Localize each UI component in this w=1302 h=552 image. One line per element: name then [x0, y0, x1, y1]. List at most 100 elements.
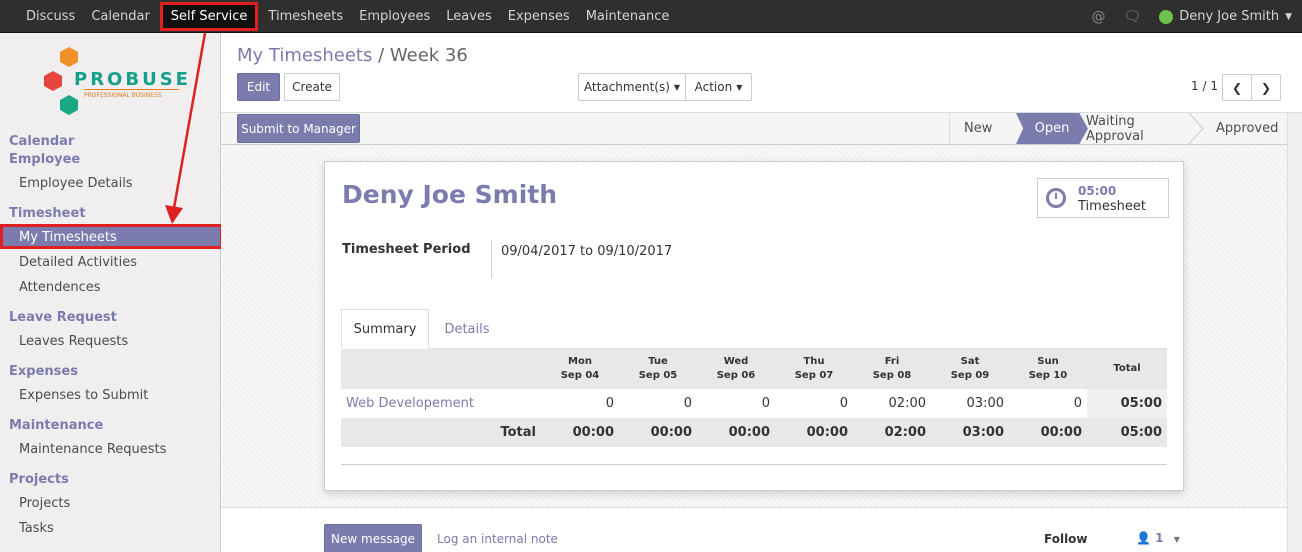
clock-icon [1046, 188, 1066, 208]
day-name: Mon [568, 356, 592, 367]
menu-maintenance[interactable]: Maintenance [586, 9, 670, 24]
day-name: Sun [1037, 356, 1059, 367]
user-name[interactable]: Deny Joe Smith [1179, 9, 1279, 24]
row-total: 05:00 [1087, 389, 1167, 418]
table-row: Web Developement 0 0 0 0 02:00 03:00 0 0… [341, 389, 1167, 418]
timesheet-smart-button[interactable]: 05:00 Timesheet [1037, 178, 1169, 218]
menu-self-service[interactable]: Self Service [159, 2, 259, 31]
menu-calendar[interactable]: Calendar [91, 9, 149, 24]
table-footer-row: Total 00:00 00:00 00:00 00:00 02:00 03:0… [341, 418, 1167, 447]
top-menu: Discuss Calendar Self Service Timesheets… [18, 0, 677, 33]
create-button[interactable]: Create [284, 73, 340, 101]
day-name: Wed [723, 356, 749, 367]
day-name: Thu [803, 356, 825, 367]
stage-new[interactable]: New [949, 113, 1025, 144]
sidebar-item-label: My Timesheets [19, 230, 117, 245]
sidebar-section-projects[interactable]: Projects [9, 472, 69, 487]
employee-name: Deny Joe Smith [342, 180, 558, 209]
day-date: Sep 05 [638, 370, 678, 381]
footer-cell: 00:00 [541, 418, 619, 447]
submit-to-manager-button[interactable]: Submit to Manager [237, 114, 360, 143]
cell-hours: 02:00 [888, 396, 926, 411]
sidebar-item-my-timesheets[interactable]: My Timesheets [0, 224, 223, 249]
day-date: Sep 08 [872, 370, 912, 381]
top-right-area: @ 🗨 Deny Joe Smith ▼ [1091, 0, 1292, 33]
sidebar-section-expenses[interactable]: Expenses [9, 364, 78, 379]
sidebar-item-employee-details[interactable]: Employee Details [19, 176, 133, 191]
header-day: Sun Sep 10 [1009, 349, 1087, 389]
company-logo: PROBUSE PROFESSIONAL BUSINESS [44, 47, 188, 119]
menu-timesheets[interactable]: Timesheets [268, 9, 343, 24]
pager-next-button[interactable]: ❯ [1251, 74, 1281, 101]
header-project [341, 349, 541, 389]
caret-down-icon: ▼ [673, 82, 681, 92]
header-day: Tue Sep 05 [619, 349, 697, 389]
smart-button-label: Timesheet [1078, 199, 1146, 214]
day-date: Sep 07 [794, 370, 834, 381]
sidebar-section-timesheet[interactable]: Timesheet [9, 206, 86, 221]
followers-count: 1 [1155, 531, 1164, 545]
sidebar-item-maintenance-requests[interactable]: Maintenance Requests [19, 442, 166, 457]
sidebar-section-maintenance[interactable]: Maintenance [9, 418, 103, 433]
attachments-dropdown[interactable]: Attachment(s) ▼ [578, 73, 686, 101]
chevron-down-icon[interactable]: ▼ [1285, 12, 1292, 22]
footer-label: Total [341, 418, 541, 447]
sidebar-section-leave-request[interactable]: Leave Request [9, 310, 117, 325]
tab-details[interactable]: Details [433, 309, 501, 349]
user-avatar[interactable] [1159, 9, 1174, 24]
cell-hours: 0 [1073, 396, 1082, 411]
stage-approved[interactable]: Approved [1216, 113, 1286, 144]
footer-cell: 00:00 [1009, 418, 1087, 447]
sidebar-item-tasks[interactable]: Tasks [19, 521, 54, 536]
menu-expenses[interactable]: Expenses [508, 9, 570, 24]
breadcrumb-parent[interactable]: My Timesheets [237, 45, 372, 66]
cell-hours: 03:00 [966, 396, 1004, 411]
action-dropdown[interactable]: Action ▼ [685, 73, 752, 101]
log-note-link[interactable]: Log an internal note [437, 532, 558, 546]
menu-discuss[interactable]: Discuss [26, 9, 75, 24]
logo-tagline: PROFESSIONAL BUSINESS [84, 92, 162, 99]
menu-employees[interactable]: Employees [359, 9, 430, 24]
chatter: New message Log an internal note Follow … [221, 507, 1287, 552]
sidebar-item-leaves-requests[interactable]: Leaves Requests [19, 334, 128, 349]
breadcrumb: My Timesheets / Week 36 [237, 45, 468, 66]
breadcrumb-current: Week 36 [389, 45, 468, 66]
menu-leaves[interactable]: Leaves [446, 9, 491, 24]
chat-icon[interactable]: 🗨 [1123, 9, 1141, 25]
sidebar-item-projects[interactable]: Projects [19, 496, 70, 511]
logo-hex-red [44, 71, 62, 91]
status-bar: Submit to Manager New Open Waiting Appro… [221, 113, 1287, 145]
sidebar-item-attendences[interactable]: Attendences [19, 280, 101, 295]
logo-line [84, 89, 179, 90]
breadcrumb-separator: / [378, 45, 385, 66]
logo-hex-green [60, 95, 78, 115]
pager-previous-button[interactable]: ❮ [1222, 74, 1252, 101]
header-day: Sat Sep 09 [931, 349, 1009, 389]
stage-open[interactable]: Open [1016, 113, 1088, 144]
period-value: 09/04/2017 to 09/10/2017 [501, 244, 673, 259]
stage-waiting-approval[interactable]: Waiting Approval [1086, 113, 1196, 144]
attachments-label: Attachment(s) [583, 80, 670, 94]
day-date: Sep 10 [1028, 370, 1068, 381]
new-message-button[interactable]: New message [324, 524, 422, 552]
follow-button[interactable]: Follow [1044, 532, 1088, 546]
vertical-scrollbar[interactable] [1287, 113, 1302, 552]
sidebar-section-calendar[interactable]: Calendar [9, 134, 74, 149]
day-name: Tue [648, 356, 668, 367]
logo-hex-orange [60, 47, 78, 67]
header-day: Fri Sep 08 [853, 349, 931, 389]
sidebar-section-employee[interactable]: Employee [9, 152, 80, 167]
edit-button[interactable]: Edit [237, 73, 280, 101]
header-day: Wed Sep 06 [697, 349, 775, 389]
followers-dropdown[interactable]: 👤 1 ▼ [1136, 531, 1180, 545]
at-icon[interactable]: @ [1091, 9, 1105, 25]
action-label: Action [694, 80, 733, 94]
footer-cell: 03:00 [931, 418, 1009, 447]
user-icon: 👤 [1136, 531, 1151, 545]
sidebar-item-detailed-activities[interactable]: Detailed Activities [19, 255, 137, 270]
logo-text: PROBUSE [74, 69, 191, 90]
smart-button-value: 05:00 [1078, 184, 1117, 198]
tab-summary[interactable]: Summary [341, 309, 429, 349]
sidebar-item-expenses-to-submit[interactable]: Expenses to Submit [19, 388, 148, 403]
project-name[interactable]: Web Developement [341, 389, 541, 418]
